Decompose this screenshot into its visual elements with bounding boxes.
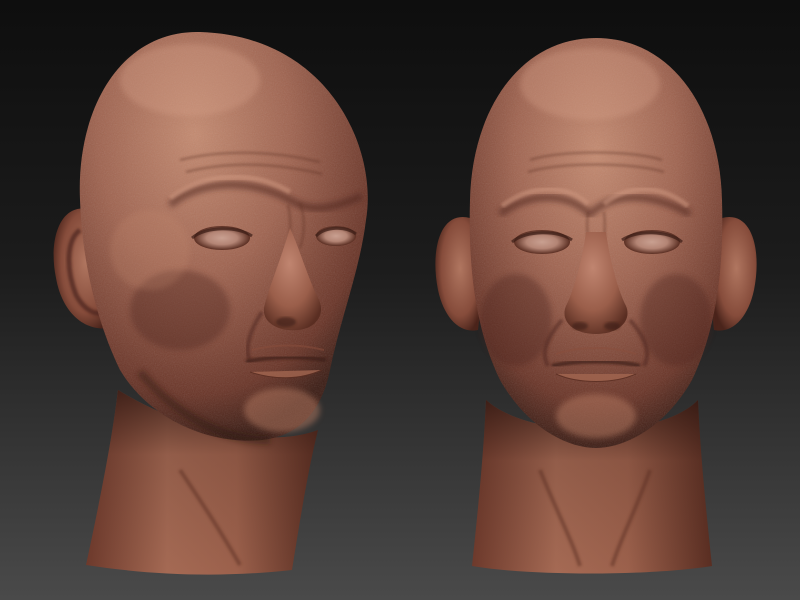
chin <box>244 388 320 432</box>
chin <box>556 394 636 438</box>
render-canvas <box>0 0 800 600</box>
sculpt-viewport[interactable] <box>0 0 800 600</box>
